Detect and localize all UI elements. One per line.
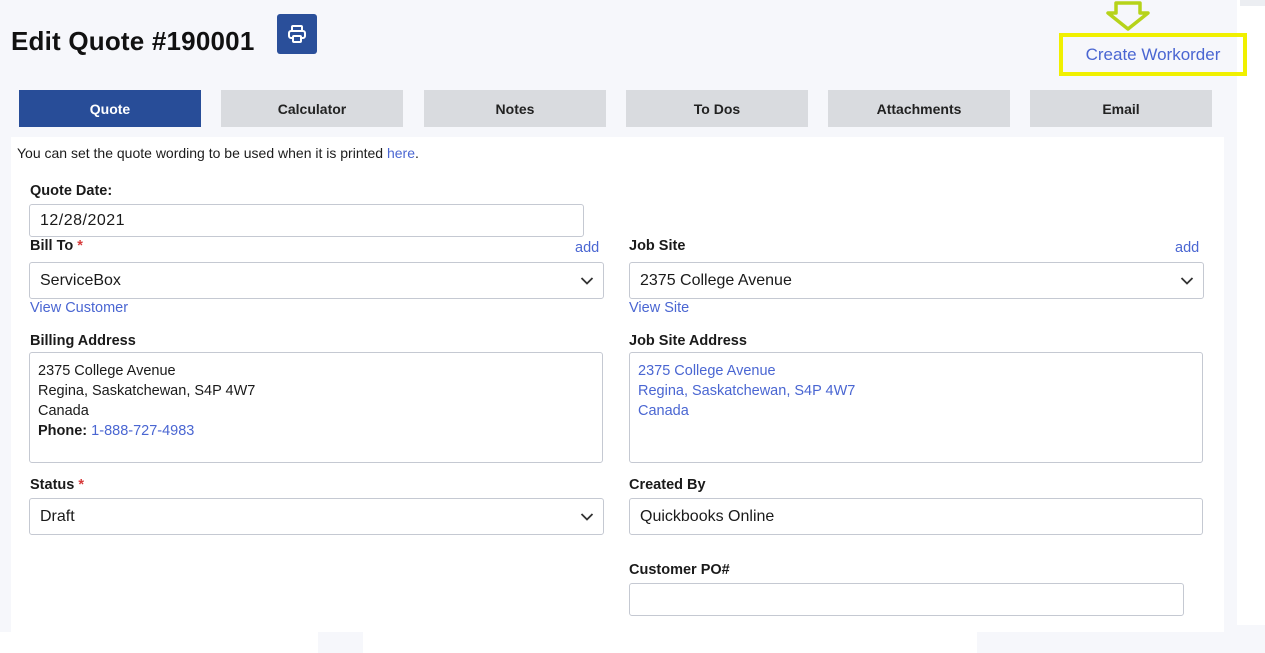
tab-attachments[interactable]: Attachments bbox=[828, 90, 1010, 127]
tab-calculator[interactable]: Calculator bbox=[221, 90, 403, 127]
down-arrow-hint-icon bbox=[1106, 1, 1150, 31]
job-site-address-line[interactable]: Canada bbox=[638, 401, 1194, 421]
status-value: Draft bbox=[40, 507, 75, 525]
billing-phone: Phone: 1-888-727-4983 bbox=[38, 421, 594, 441]
page-title: Edit Quote #190001 bbox=[11, 26, 255, 56]
chevron-down-icon bbox=[580, 512, 594, 521]
quote-date-input[interactable]: 12/28/2021 bbox=[29, 204, 584, 237]
job-site-address-line[interactable]: Regina, Saskatchewan, S4P 4W7 bbox=[638, 381, 1194, 401]
view-customer-link[interactable]: View Customer bbox=[30, 300, 128, 316]
status-label-text: Status bbox=[30, 477, 75, 493]
status-select[interactable]: Draft bbox=[29, 498, 604, 535]
quote-wording-link[interactable]: here bbox=[387, 145, 415, 161]
view-site-link[interactable]: View Site bbox=[629, 300, 689, 316]
create-workorder-link[interactable]: Create Workorder bbox=[1086, 45, 1221, 65]
tab-todos[interactable]: To Dos bbox=[626, 90, 808, 127]
add-job-site-link[interactable]: add bbox=[1175, 240, 1199, 256]
tab-notes[interactable]: Notes bbox=[424, 90, 606, 127]
job-site-address-line[interactable]: 2375 College Avenue bbox=[638, 361, 1194, 381]
phone-link[interactable]: 1-888-727-4983 bbox=[91, 423, 194, 439]
billing-address-line: 2375 College Avenue bbox=[38, 363, 176, 379]
bill-to-label-text: Bill To bbox=[30, 238, 74, 254]
quote-date-value: 12/28/2021 bbox=[40, 211, 126, 229]
bill-to-select[interactable]: ServiceBox bbox=[29, 262, 604, 299]
print-button[interactable] bbox=[277, 14, 317, 54]
quote-wording-hint: You can set the quote wording to be used… bbox=[17, 145, 419, 161]
bill-to-label: Bill To * bbox=[30, 238, 83, 254]
created-by-value: Quickbooks Online bbox=[640, 507, 775, 525]
job-site-value: 2375 College Avenue bbox=[640, 271, 792, 289]
hint-end: . bbox=[415, 145, 419, 161]
job-site-address-box[interactable]: 2375 College Avenue Regina, Saskatchewan… bbox=[629, 352, 1203, 463]
quote-date-label: Quote Date: bbox=[30, 183, 113, 199]
billing-address-label: Billing Address bbox=[30, 333, 136, 349]
customer-po-input[interactable] bbox=[629, 583, 1184, 616]
job-site-label: Job Site bbox=[629, 238, 686, 254]
page-edge-strip bbox=[1240, 0, 1265, 6]
tab-quote[interactable]: Quote bbox=[19, 90, 201, 127]
chevron-down-icon bbox=[580, 276, 594, 285]
required-mark: * bbox=[78, 477, 85, 493]
create-workorder-highlight: Create Workorder bbox=[1059, 33, 1247, 76]
tab-email[interactable]: Email bbox=[1030, 90, 1212, 127]
customer-po-label: Customer PO# bbox=[629, 562, 730, 578]
status-label: Status * bbox=[30, 477, 84, 493]
job-site-address-label: Job Site Address bbox=[629, 333, 747, 349]
billing-address-line: Canada bbox=[38, 403, 89, 419]
billing-address-box[interactable]: 2375 College Avenue Regina, Saskatchewan… bbox=[29, 352, 603, 463]
hint-text: You can set the quote wording to be used… bbox=[17, 145, 387, 161]
created-by-field: Quickbooks Online bbox=[629, 498, 1203, 535]
billing-address-line: Regina, Saskatchewan, S4P 4W7 bbox=[38, 383, 256, 399]
page-bottom-edge bbox=[318, 632, 363, 653]
job-site-select[interactable]: 2375 College Avenue bbox=[629, 262, 1204, 299]
printer-icon bbox=[288, 25, 306, 43]
add-customer-link[interactable]: add bbox=[575, 240, 599, 256]
chevron-down-icon bbox=[1180, 276, 1194, 285]
bill-to-value: ServiceBox bbox=[40, 271, 121, 289]
phone-label: Phone: bbox=[38, 423, 88, 439]
required-mark: * bbox=[77, 238, 83, 254]
page-edge bbox=[1237, 8, 1265, 625]
created-by-label: Created By bbox=[629, 477, 706, 493]
